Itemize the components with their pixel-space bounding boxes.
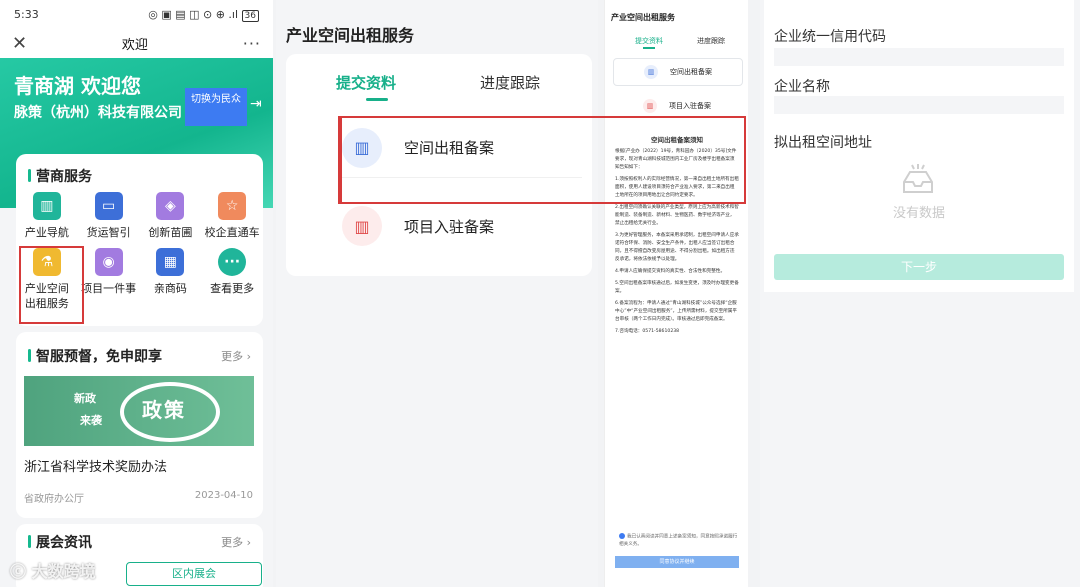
banner-text: 政策 xyxy=(142,398,186,422)
service-qr-code[interactable]: ▦ 亲商码 xyxy=(140,248,202,311)
policy-banner[interactable]: 政策 新政 来袭 xyxy=(24,376,254,446)
expo-title: 展会资讯 xyxy=(24,532,92,552)
notice-title: 空间出租备案须知 xyxy=(651,136,703,144)
services-card: 营商服务 ▥ 产业导航 ▭ 货运智引 ◈ 创新苗圃 ☆ 校企直通车 ⚗ 产业空间… xyxy=(16,154,263,326)
nav-title: 欢迎 xyxy=(121,37,148,53)
watermark-text: ⓒ 大数跨境 xyxy=(10,562,96,581)
form-panel: 企业统一信用代码 企业名称 拟出租空间地址 没有数据 下一步 xyxy=(760,0,1080,587)
notice-paragraph: 3.为更好管理服务，本备案采用承诺制，出租空间申请人应承诺符合环保、消防、安全生… xyxy=(615,233,739,262)
article-title[interactable]: 浙江省科学技术奖励办法 xyxy=(24,456,167,475)
mini-page-title: 产业空间出租服务 xyxy=(611,13,675,22)
menu-project-entry-filing[interactable]: ▥ 项目入驻备案 xyxy=(342,196,582,256)
more-menu-icon[interactable]: ··· xyxy=(243,34,261,53)
services-grid: ▥ 产业导航 ▭ 货运智引 ◈ 创新苗圃 ☆ 校企直通车 ⚗ 产业空间出租服务 … xyxy=(16,192,263,311)
battery-icon: 36 xyxy=(241,9,259,22)
status-icons: ◎ ▣ ▤ ◫ ⊙ ⊕ .ıl 36 xyxy=(148,8,259,22)
switch-role-button[interactable]: 切换为民众 xyxy=(185,88,247,126)
mini-menu-space-rental[interactable]: ▥ 空间出租备案 xyxy=(613,58,743,86)
expo-more-link[interactable]: 更多 › xyxy=(221,534,251,550)
notice-paragraph: 2.出租空间须确认关联的产业类型，原则上应为高新技术和智能制造、装备制造、新材料… xyxy=(615,205,739,226)
service-project[interactable]: ◉ 项目一件事 xyxy=(78,248,140,311)
service-space-rental[interactable]: ⚗ 产业空间出租服务 xyxy=(21,248,73,311)
banner-small-text-1: 新政 xyxy=(74,392,96,405)
article-date: 2023-04-10 xyxy=(194,490,253,501)
building-icon: ▥ xyxy=(342,127,382,168)
banner-small-text-2: 来袭 xyxy=(80,414,102,427)
badge-icon: ☆ xyxy=(218,192,247,220)
mobile-home-panel: 5:33 ◎ ▣ ▤ ◫ ⊙ ⊕ .ıl 36 ✕ 欢迎 ··· 青商湖 欢迎您… xyxy=(0,0,273,587)
service-industry-nav[interactable]: ▥ 产业导航 xyxy=(16,192,78,240)
notice-paragraph: 4.申请人应确保提交资料的真实性、合法性和完整性。 xyxy=(615,269,726,274)
notice-paragraph: 5.空间出租备案审核通过后，如发生变更，须及时办理变更备案。 xyxy=(615,281,739,294)
mini-menu-project-entry[interactable]: ▥ 项目入驻备案 xyxy=(613,92,743,120)
notice-panel: 产业空间出租服务 提交资料 进度跟踪 ▥ 空间出租备案 ▥ 项目入驻备案 空间出… xyxy=(604,0,748,587)
notice-paragraph: 7.咨询电话：0571-58610238 xyxy=(615,329,680,334)
smart-service-card: 智服预督，免申即享 更多 › 政策 新政 来袭 浙江省科学技术奖励办法 省政府办… xyxy=(16,332,263,518)
next-step-button[interactable]: 下一步 xyxy=(774,254,1064,280)
mini-tab-track[interactable]: 进度跟踪 xyxy=(697,36,725,46)
label-company-name: 企业名称 xyxy=(774,79,830,95)
service-incubator[interactable]: ◈ 创新苗圃 xyxy=(140,192,202,240)
welcome-title: 青商湖 欢迎您 xyxy=(14,74,141,98)
service-school-enterprise[interactable]: ☆ 校企直通车 xyxy=(201,192,263,240)
building-icon: ▥ xyxy=(643,99,657,113)
more-icon: ··· xyxy=(218,248,247,276)
flask-icon: ⚗ xyxy=(32,248,61,276)
notice-paragraph: 6.备案流程为：申请人通过“青山湖科技城”公众号选择“企服中心”中“产业空间出租… xyxy=(615,301,737,322)
smart-title: 智服预督，免申即享 xyxy=(24,346,162,366)
notice-paragraph: 1.须按照权利人的实际经营情况，第一来自出租土地所有出租面积，使用人建设项目须符… xyxy=(615,177,739,198)
checkbox-icon[interactable] xyxy=(619,533,625,539)
empty-text: 没有数据 xyxy=(892,206,945,221)
mini-tab-submit[interactable]: 提交资料 xyxy=(635,36,663,46)
mini-tab-underline xyxy=(643,47,655,49)
notice-paragraph: 根据[产业办（2022）19号，青科园办（2020）35号]文件要求，现对青山湖… xyxy=(615,149,737,170)
smart-more-link[interactable]: 更多 › xyxy=(221,348,251,364)
page-title: 产业空间出租服务 xyxy=(286,26,415,45)
logout-icon[interactable]: ⇥ xyxy=(250,96,262,112)
building-icon: ▥ xyxy=(342,206,382,246)
article-source: 省政府办公厅 xyxy=(24,494,84,505)
company-name: 脉策（杭州）科技有限公司 xyxy=(14,105,182,121)
tab-track[interactable]: 进度跟踪 xyxy=(480,72,540,93)
monitor-icon: ▭ xyxy=(94,192,123,220)
agree-checkbox[interactable]: 我已认真阅读并同意上述备案须知，同意按照承诺履行相关义务。 xyxy=(619,533,739,548)
tag-icon: ◈ xyxy=(156,192,185,220)
status-bar: 5:33 ◎ ▣ ▤ ◫ ⊙ ⊕ .ıl 36 xyxy=(0,0,273,28)
bulb-icon: ◉ xyxy=(94,248,123,276)
building-icon: ▥ xyxy=(32,192,61,220)
service-more[interactable]: ··· 查看更多 xyxy=(201,248,263,311)
label-credit-code: 企业统一信用代码 xyxy=(774,29,886,45)
expo-tab-local[interactable]: 区内展会 xyxy=(126,562,262,586)
space-rental-panel: 产业空间出租服务 提交资料 进度跟踪 ▥ 空间出租备案 ▥ 项目入驻备案 xyxy=(276,0,598,587)
empty-inbox-icon xyxy=(903,164,933,193)
tab-underline xyxy=(366,98,388,101)
company-name-input[interactable] xyxy=(774,96,1064,114)
watermark-logo-icon: ⓒ xyxy=(10,562,27,581)
service-freight[interactable]: ▭ 货运智引 xyxy=(78,192,140,240)
label-address: 拟出租空间地址 xyxy=(774,135,872,151)
services-title: 营商服务 xyxy=(24,166,92,186)
building-icon: ▥ xyxy=(644,65,658,79)
qr-icon: ▦ xyxy=(156,248,185,276)
nav-bar: ✕ 欢迎 ··· xyxy=(0,28,273,58)
close-icon[interactable]: ✕ xyxy=(12,33,27,54)
tabs-card: 提交资料 进度跟踪 ▥ 空间出租备案 ▥ 项目入驻备案 xyxy=(286,54,592,276)
notice-text: 空间出租备案须知 根据[产业办（2022）19号，青科园办（2020）35号]文… xyxy=(615,136,739,340)
credit-code-input[interactable] xyxy=(774,48,1064,66)
menu-space-rental-filing[interactable]: ▥ 空间出租备案 xyxy=(342,118,582,178)
filing-form: 企业统一信用代码 企业名称 拟出租空间地址 没有数据 下一步 xyxy=(764,0,1074,292)
tab-submit[interactable]: 提交资料 xyxy=(336,72,396,93)
status-time: 5:33 xyxy=(14,7,39,21)
agree-continue-button[interactable]: 同意协议并继续 xyxy=(615,556,739,568)
